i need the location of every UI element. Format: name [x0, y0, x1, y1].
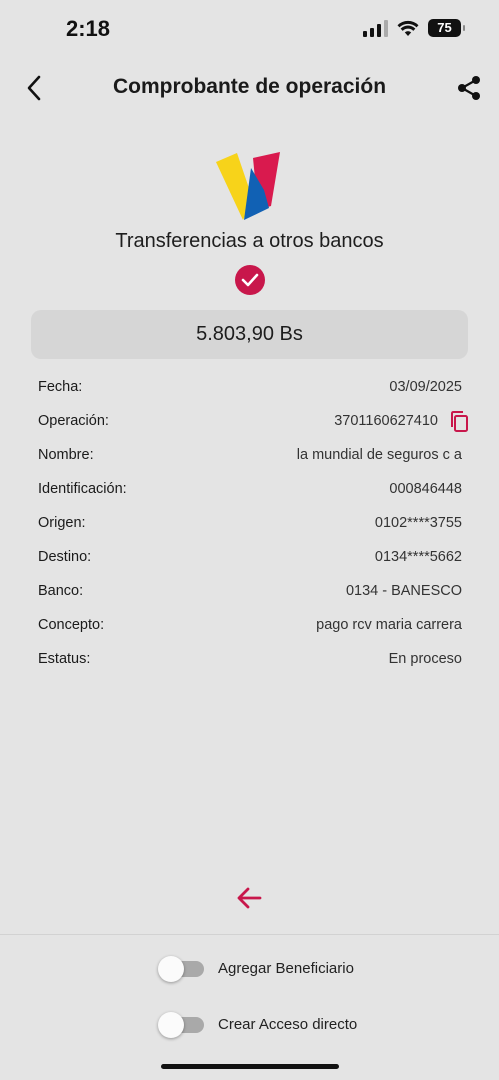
detail-row-concepto: Concepto: pago rcv maria carrera	[38, 608, 462, 642]
detail-label: Banco:	[38, 583, 84, 599]
toggle-row-crear-acceso: Crear Acceso directo	[158, 1011, 358, 1038]
wifi-icon	[397, 20, 419, 36]
toggle-row-agregar-beneficiario: Agregar Beneficiario	[158, 955, 354, 982]
divider	[0, 934, 499, 935]
operation-type: Transferencias a otros bancos	[115, 230, 384, 252]
toggle-label: Crear Acceso directo	[218, 1016, 358, 1033]
receipt-screen: 2:18 75 Comprobante de operación Transfe…	[0, 0, 499, 1080]
bank-logo	[216, 152, 280, 220]
detail-row-fecha: Fecha: 03/09/2025	[38, 370, 462, 404]
battery-icon: 75	[428, 19, 465, 37]
home-indicator	[161, 1064, 339, 1069]
detail-value: la mundial de seguros c a	[296, 447, 462, 463]
amount-display: 5.803,90 Bs	[31, 310, 468, 359]
status-time: 2:18	[66, 16, 111, 41]
detail-row-operacion: Operación: 3701160627410	[38, 404, 468, 438]
detail-label: Destino:	[38, 549, 92, 565]
page-title: Comprobante de operación	[112, 75, 387, 98]
details-list: Fecha: 03/09/2025 Operación: 37011606274…	[38, 370, 468, 676]
status-icons: 75	[363, 19, 465, 37]
detail-label: Estatus:	[38, 651, 91, 667]
detail-row-identificacion: Identificación: 000846448	[38, 472, 462, 506]
detail-value: 03/09/2025	[389, 379, 462, 395]
copy-icon[interactable]	[448, 410, 470, 434]
detail-row-nombre: Nombre: la mundial de seguros c a	[38, 438, 462, 472]
arrow-left-icon[interactable]	[233, 882, 265, 914]
toggle-label: Agregar Beneficiario	[218, 960, 354, 977]
amount-value: 5.803,90 Bs	[196, 323, 303, 345]
toggle-knob	[158, 955, 184, 982]
share-icon	[458, 76, 480, 100]
detail-row-destino: Destino: 0134****5662	[38, 540, 462, 574]
detail-value: 3701160627410	[334, 413, 438, 429]
detail-row-estatus: Estatus: En proceso	[38, 642, 462, 676]
success-check-icon	[235, 265, 265, 295]
detail-label: Nombre:	[38, 447, 94, 463]
detail-value: 0102****3755	[374, 515, 462, 531]
detail-value: 000846448	[389, 481, 462, 497]
detail-value: 0134****5662	[374, 549, 462, 565]
detail-label: Concepto:	[38, 617, 105, 633]
detail-label: Operación:	[38, 413, 109, 429]
detail-value: En proceso	[388, 651, 462, 667]
toggle-knob	[158, 1011, 184, 1038]
detail-value: 0134 - BANESCO	[345, 583, 462, 599]
crear-acceso-directo-toggle[interactable]	[158, 1011, 204, 1038]
detail-label: Origen:	[38, 515, 86, 531]
cellular-signal-icon	[363, 19, 388, 37]
detail-value: pago rcv maria carrera	[316, 617, 462, 633]
detail-label: Identificación:	[38, 481, 127, 497]
detail-row-origen: Origen: 0102****3755	[38, 506, 462, 540]
agregar-beneficiario-toggle[interactable]	[158, 955, 204, 982]
detail-row-banco: Banco: 0134 - BANESCO	[38, 574, 462, 608]
detail-label: Fecha:	[38, 379, 83, 395]
share-button[interactable]	[455, 74, 483, 102]
